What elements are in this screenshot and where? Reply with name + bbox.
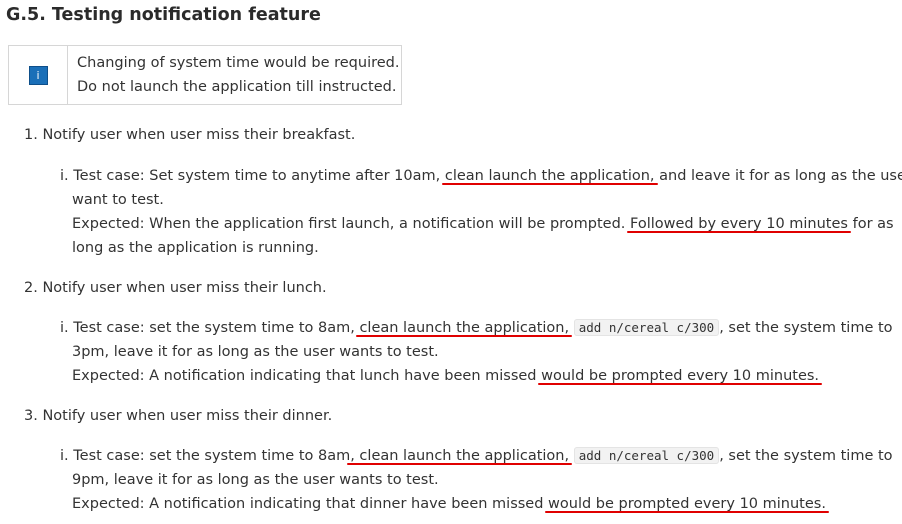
list-item-1-test-case-line2: want to test.: [72, 192, 164, 208]
list-item-2-title: 2. Notify user when user miss their lunc…: [24, 280, 327, 296]
case-marker: i.: [60, 168, 69, 184]
code-snippet: add n/cereal c/300: [573, 447, 720, 464]
expected-text: Expected: A notification indicating that…: [72, 368, 542, 384]
expected-text: Expected: A notification indicating that…: [72, 496, 549, 512]
list-item-2-test-case-line2: 3pm, leave it for as long as the user wa…: [72, 344, 439, 360]
list-item-1-expected-line2: long as the application is running.: [72, 240, 319, 256]
underlined-text: clean launch the application,: [359, 320, 570, 336]
info-line-1: Changing of system time would be require…: [77, 55, 400, 71]
info-icon-cell: i: [9, 46, 68, 104]
list-item-1-title: 1. Notify user when user miss their brea…: [24, 127, 356, 143]
underlined-text: , clean launch the application,: [350, 448, 570, 464]
info-text: Changing of system time would be require…: [68, 46, 399, 104]
test-case-text: Test case: set the system time to 8am,: [73, 320, 360, 336]
list-item-1-test-case: i. Test case: Set system time to anytime…: [60, 164, 902, 188]
list-item-1-expected: Expected: When the application first lau…: [72, 212, 894, 236]
test-case-text-tail: , set the system time to: [719, 320, 893, 336]
case-marker: i.: [60, 320, 69, 336]
list-item-3-test-case: i. Test case: set the system time to 8am…: [60, 444, 893, 468]
expected-text: Expected: When the application first lau…: [72, 216, 631, 232]
expected-text-tail: for as: [847, 216, 894, 232]
list-item-3-test-case-line2: 9pm, leave it for as long as the user wa…: [72, 472, 439, 488]
list-item-3-title: 3. Notify user when user miss their dinn…: [24, 408, 333, 424]
info-line-2: Do not launch the application till instr…: [77, 79, 397, 95]
list-item-2-expected: Expected: A notification indicating that…: [72, 364, 819, 388]
underlined-text: Followed by every 10 minutes: [630, 216, 848, 232]
test-case-text: Test case: Set system time to anytime af…: [73, 168, 445, 184]
case-marker: i.: [60, 448, 69, 464]
info-callout: i Changing of system time would be requi…: [8, 45, 402, 105]
test-case-text-tail: and leave it for as long as the user: [654, 168, 902, 184]
test-case-text: Test case: set the system time to 8am: [73, 448, 351, 464]
list-item-3-expected: Expected: A notification indicating that…: [72, 492, 826, 516]
section-heading: G.5. Testing notification feature: [6, 5, 321, 25]
info-icon: i: [28, 65, 48, 85]
underlined-text: would be prompted every 10 minutes.: [548, 496, 826, 512]
underlined-text: would be prompted every 10 minutes.: [541, 368, 820, 384]
underlined-text: clean launch the application,: [444, 168, 655, 184]
code-snippet: add n/cereal c/300: [573, 319, 720, 336]
list-item-2-test-case: i. Test case: set the system time to 8am…: [60, 316, 893, 340]
test-case-text-tail: , set the system time to: [719, 448, 893, 464]
